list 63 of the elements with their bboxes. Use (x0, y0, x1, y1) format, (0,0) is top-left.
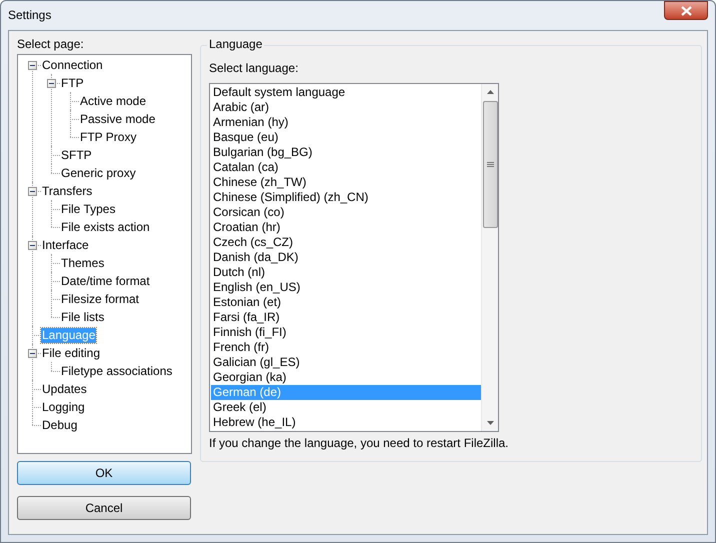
language-option[interactable]: Arabic (ar) (211, 100, 481, 115)
tree-item[interactable]: Logging (41, 400, 86, 414)
vertical-scrollbar[interactable] (481, 84, 498, 431)
scroll-down-icon[interactable] (486, 421, 494, 425)
language-option[interactable]: Czech (cs_CZ) (211, 235, 481, 250)
language-option[interactable]: Farsi (fa_IR) (211, 310, 481, 325)
language-option[interactable]: Catalan (ca) (211, 160, 481, 175)
tree-item[interactable]: SFTP (60, 148, 93, 162)
language-list[interactable] (209, 83, 499, 432)
tree-item[interactable]: Debug (41, 418, 78, 432)
collapse-toggle[interactable] (28, 349, 37, 358)
language-option[interactable]: Hebrew (he_IL) (211, 415, 481, 430)
language-option[interactable]: French (fr) (211, 340, 481, 355)
language-option[interactable]: Georgian (ka) (211, 370, 481, 385)
page-tree[interactable] (17, 54, 192, 454)
close-button[interactable] (664, 1, 708, 20)
collapse-toggle[interactable] (28, 61, 37, 70)
language-option[interactable]: Greek (el) (211, 400, 481, 415)
tree-item[interactable]: File editing (41, 346, 102, 360)
language-option[interactable]: Armenian (hy) (211, 115, 481, 130)
select-page-label: Select page: (17, 37, 85, 53)
scroll-up-icon[interactable] (486, 90, 494, 94)
close-icon (680, 6, 692, 16)
language-option[interactable]: Dutch (nl) (211, 265, 481, 280)
language-option[interactable]: Basque (eu) (211, 130, 481, 145)
tree-item[interactable]: Themes (60, 256, 106, 270)
tree-item[interactable]: Generic proxy (60, 166, 137, 180)
collapse-toggle[interactable] (47, 79, 56, 88)
tree-item[interactable]: Active mode (79, 94, 148, 108)
collapse-toggle[interactable] (28, 241, 37, 250)
group-title: Language (207, 37, 264, 52)
language-option[interactable]: Chinese (zh_TW) (211, 175, 481, 190)
language-option[interactable]: Estonian (et) (211, 295, 481, 310)
tree-item[interactable]: Connection (41, 58, 104, 72)
tree-item[interactable]: Passive mode (79, 112, 156, 126)
tree-item[interactable]: File lists (60, 310, 106, 324)
language-option[interactable]: Danish (da_DK) (211, 250, 481, 265)
tree-item[interactable]: Filetype associations (60, 364, 174, 378)
tree-item[interactable]: Interface (41, 238, 90, 252)
dialog-button[interactable]: OK (17, 461, 191, 485)
language-option[interactable]: Default system language (211, 85, 481, 100)
tree-item[interactable]: Updates (41, 382, 88, 396)
scrollbar-thumb[interactable] (482, 101, 498, 228)
tree-item[interactable]: File Types (60, 202, 116, 216)
tree-item[interactable]: File exists action (60, 220, 151, 234)
tree-item[interactable]: Filesize format (60, 292, 140, 306)
language-option[interactable]: Croatian (hr) (211, 220, 481, 235)
tree-item[interactable]: Date/time format (60, 274, 151, 288)
language-option[interactable]: Chinese (Simplified) (zh_CN) (211, 190, 481, 205)
tree-item[interactable]: Transfers (41, 184, 94, 198)
language-option[interactable]: Galician (gl_ES) (211, 355, 481, 370)
collapse-toggle[interactable] (28, 187, 37, 196)
language-option[interactable]: Bulgarian (bg_BG) (211, 145, 481, 160)
language-option[interactable]: Corsican (co) (211, 205, 481, 220)
restart-note: If you change the language, you need to restart FileZilla. (209, 436, 510, 451)
tree-item[interactable]: FTP Proxy (79, 130, 138, 144)
dialog-button[interactable]: Cancel (17, 496, 191, 520)
language-option[interactable]: Finnish (fi_FI) (211, 325, 481, 340)
window-title: Settings (8, 7, 52, 23)
select-language-label: Select language: (209, 61, 300, 77)
grip-icon (486, 162, 494, 167)
tree-item[interactable]: FTP (60, 76, 85, 90)
language-option[interactable]: English (en_US) (211, 280, 481, 295)
